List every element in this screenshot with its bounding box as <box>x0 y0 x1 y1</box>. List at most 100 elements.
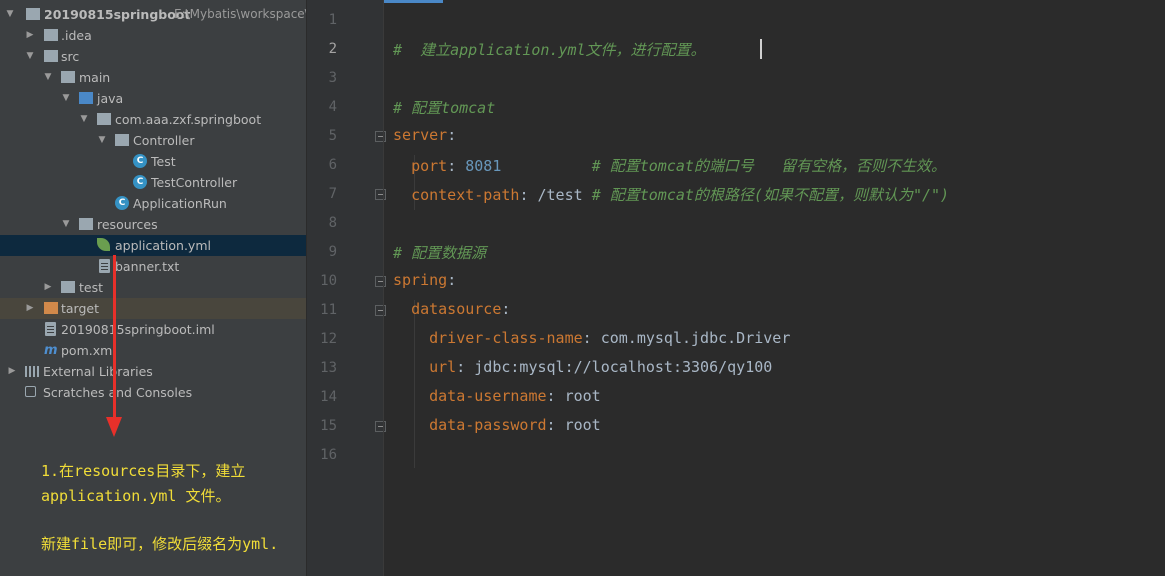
annotation-arrow <box>113 255 116 420</box>
comment-text: # 配置tomcat <box>393 99 496 117</box>
expand-arrow-icon[interactable]: ▼ <box>42 67 54 88</box>
fold-marker-icon[interactable] <box>375 131 386 142</box>
excluded-folder-icon <box>44 302 58 315</box>
tree-item-resources[interactable]: ▼ resources <box>0 214 306 235</box>
maven-icon: m <box>44 343 58 358</box>
line-number: 12 <box>320 331 337 347</box>
fold-marker-icon[interactable] <box>375 276 386 287</box>
colon: : <box>546 387 556 405</box>
comment-text: # 配置tomcat的根路径(如果不配置，则默认为"/") <box>591 186 950 204</box>
code-line-13: url: jdbc:mysql://localhost:3306/qy100 <box>393 358 772 376</box>
code-line-9: # 配置数据源 <box>393 242 486 263</box>
tree-item-project-root[interactable]: ▼ 20190815springboot E:\Mybatis\workspac… <box>0 4 306 25</box>
yaml-key: context-path <box>411 186 520 204</box>
yaml-value: jdbc:mysql://localhost:3306/qy100 <box>474 358 773 376</box>
code-line-2: # 建立application.yml文件，进行配置。 <box>393 39 706 60</box>
colon: : <box>582 329 592 347</box>
collapse-arrow-icon[interactable]: ▶ <box>42 277 54 298</box>
colon: : <box>501 300 511 318</box>
indent-guide <box>414 300 415 468</box>
collapse-arrow-icon[interactable]: ▶ <box>24 25 36 46</box>
tree-item-label: src <box>61 49 80 64</box>
line-number: 8 <box>328 215 337 231</box>
tree-item-label: application.yml <box>115 238 211 253</box>
tree-item-label: Test <box>151 154 176 169</box>
package-icon <box>97 113 111 126</box>
tree-item-external-libraries[interactable]: ▶ External Libraries <box>0 361 306 382</box>
fold-marker-icon[interactable] <box>375 305 386 316</box>
tree-item-applicationrun[interactable]: C ApplicationRun <box>0 193 306 214</box>
line-number: 10 <box>320 273 337 289</box>
tree-item-application-yml[interactable]: application.yml <box>0 235 306 256</box>
tree-item-test-class[interactable]: C Test <box>0 151 306 172</box>
code-line-5: server: <box>393 126 456 144</box>
tree-item-idea[interactable]: ▶ .idea <box>0 25 306 46</box>
code-line-11: datasource: <box>393 300 510 318</box>
yaml-key: port <box>411 157 448 175</box>
colon: : <box>447 157 457 175</box>
tree-item-target[interactable]: ▶ target <box>0 298 306 319</box>
expand-arrow-icon[interactable]: ▼ <box>60 214 72 235</box>
expand-arrow-icon[interactable]: ▼ <box>4 4 16 25</box>
tree-item-main[interactable]: ▼ main <box>0 67 306 88</box>
line-number: 16 <box>320 447 337 463</box>
yaml-key: server <box>393 126 448 144</box>
line-number: 5 <box>328 128 337 144</box>
tree-item-package[interactable]: ▼ com.aaa.zxf.springboot <box>0 109 306 130</box>
comment-text: # 建立application.yml文件，进行配置。 <box>393 41 706 59</box>
tree-item-controller[interactable]: ▼ Controller <box>0 130 306 151</box>
annotation-arrow-head <box>106 417 122 437</box>
tree-item-label: Scratches and Consoles <box>43 385 193 400</box>
line-number: 7 <box>328 186 337 202</box>
text-file-icon <box>99 259 110 273</box>
tree-item-label: main <box>79 70 111 85</box>
code-line-4: # 配置tomcat <box>393 97 495 118</box>
tree-item-testcontroller[interactable]: C TestController <box>0 172 306 193</box>
source-folder-icon <box>79 92 93 105</box>
yaml-value: root <box>564 416 601 434</box>
colon: : <box>447 126 457 144</box>
fold-marker-icon[interactable] <box>375 189 386 200</box>
tree-item-src[interactable]: ▼ src <box>0 46 306 67</box>
tree-item-label: 20190815springboot <box>44 7 191 22</box>
scratches-icon <box>25 386 36 397</box>
folder-icon <box>61 281 75 294</box>
yaml-value: root <box>564 387 601 405</box>
annotation-text-line1: 1.在resources目录下，建立 <box>41 462 246 480</box>
libraries-icon <box>25 366 39 377</box>
colon: : <box>546 416 556 434</box>
tree-item-label: Controller <box>133 133 195 148</box>
collapse-arrow-icon[interactable]: ▶ <box>6 361 18 382</box>
tree-item-test-folder[interactable]: ▶ test <box>0 277 306 298</box>
tree-item-label: ApplicationRun <box>133 196 227 211</box>
code-line-12: driver-class-name: com.mysql.jdbc.Driver <box>393 329 790 347</box>
code-editor[interactable]: 1 2 3 4 5 6 7 8 9 10 11 12 13 14 15 16 #… <box>307 0 1165 576</box>
tree-item-label: TestController <box>151 175 238 190</box>
tree-item-path: E:\Mybatis\workspace\ <box>174 7 306 21</box>
yaml-key: data-username <box>429 387 547 405</box>
expand-arrow-icon[interactable]: ▼ <box>96 130 108 151</box>
tree-item-banner-txt[interactable]: banner.txt <box>0 256 306 277</box>
yaml-key: data-password <box>429 416 547 434</box>
tree-item-java[interactable]: ▼ java <box>0 88 306 109</box>
package-icon <box>115 134 129 147</box>
tree-item-iml[interactable]: 20190815springboot.iml <box>0 319 306 340</box>
tree-item-scratches[interactable]: Scratches and Consoles <box>0 382 306 403</box>
expand-arrow-icon[interactable]: ▼ <box>78 109 90 130</box>
line-number: 6 <box>328 157 337 173</box>
folder-icon <box>61 71 75 84</box>
fold-marker-icon[interactable] <box>375 421 386 432</box>
editor-gutter: 1 2 3 4 5 6 7 8 9 10 11 12 13 14 15 16 <box>307 0 386 576</box>
yaml-value: com.mysql.jdbc.Driver <box>600 329 791 347</box>
collapse-arrow-icon[interactable]: ▶ <box>24 298 36 319</box>
code-line-14: data-username: root <box>393 387 601 405</box>
tree-item-label: test <box>79 280 104 295</box>
expand-arrow-icon[interactable]: ▼ <box>24 46 36 67</box>
spring-boot-class-icon: C <box>115 196 129 210</box>
spring-yml-icon <box>97 238 110 251</box>
yaml-key: driver-class-name <box>429 329 583 347</box>
tree-item-label: External Libraries <box>43 364 153 379</box>
tree-item-pom[interactable]: m pom.xml <box>0 340 306 361</box>
expand-arrow-icon[interactable]: ▼ <box>60 88 72 109</box>
code-line-10: spring: <box>393 271 456 289</box>
